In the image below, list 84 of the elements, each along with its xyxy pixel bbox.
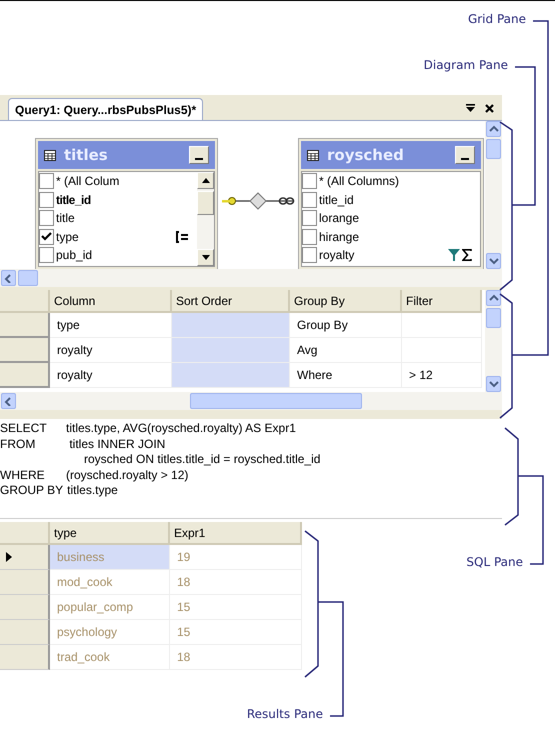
column-checkbox[interactable] (39, 192, 54, 208)
horizontal-scrollbar[interactable] (0, 269, 502, 287)
scroll-down-icon (488, 256, 500, 266)
scroll-thumb[interactable] (486, 139, 501, 159)
vertical-scrollbar[interactable] (485, 290, 502, 392)
column-name: lorange (319, 211, 360, 226)
sum-icon (462, 249, 472, 262)
dropdown-icon[interactable] (466, 104, 475, 112)
scroll-thumb[interactable] (190, 393, 362, 409)
grid-cell[interactable]: type (50, 313, 172, 338)
column-header[interactable]: Column (50, 290, 172, 313)
close-icon[interactable] (485, 104, 494, 112)
group-by-icon (175, 230, 189, 243)
column-name: hirange (319, 230, 360, 244)
callout-label: Diagram Pane (424, 58, 508, 72)
callout-label: Grid Pane (468, 12, 526, 26)
sql-keyword: FROM (0, 436, 36, 452)
minimize-button[interactable] (189, 146, 209, 164)
column-name: pub_id (56, 248, 92, 262)
column-checkbox[interactable] (302, 192, 317, 208)
column-checkbox[interactable] (302, 228, 317, 245)
grid-cell[interactable]: Group By (290, 313, 402, 338)
column-name: royalty (319, 248, 354, 262)
column-name: title (56, 211, 75, 226)
table-card[interactable]: titles * (All Colum title_id title type pub_id (35, 138, 218, 269)
sql-text: (roysched.royalty > 12) (66, 468, 188, 483)
column-checkbox[interactable] (302, 210, 317, 226)
column-checkbox[interactable] (39, 210, 54, 226)
column-name: type (56, 230, 79, 244)
column-name: title_id (56, 192, 91, 207)
scroll-down-icon (202, 255, 210, 260)
vertical-scrollbar[interactable] (485, 121, 502, 269)
horizontal-scrollbar[interactable] (0, 392, 502, 410)
column-header[interactable]: Filter (402, 290, 482, 313)
scroll-up-icon (202, 178, 210, 183)
current-row-icon (6, 552, 12, 562)
table-name: titles (64, 146, 108, 164)
column-checkbox[interactable] (302, 173, 317, 190)
column-checkbox[interactable] (39, 173, 54, 190)
sql-keyword: WHERE (0, 468, 46, 483)
grid-cell[interactable]: > 12 (402, 363, 482, 388)
sql-text: titles.type, AVG(roysched.royalty) AS Expr1 (66, 421, 296, 436)
grid-cell[interactable] (402, 313, 482, 338)
row-header (0, 522, 50, 545)
sql-keyword: GROUP BY (0, 483, 64, 498)
document-tab[interactable]: Query1: Query...rbsPubsPlus5)* (8, 98, 204, 120)
table-icon (44, 150, 56, 160)
column-checkbox[interactable] (39, 228, 54, 245)
grid-cell[interactable]: Where (290, 363, 402, 388)
minimize-button[interactable] (455, 146, 475, 164)
scroll-up-icon (488, 124, 500, 134)
grid-cell[interactable]: royalty (50, 338, 172, 363)
minimize-icon (461, 158, 469, 160)
column-name: * (All Columns) (319, 174, 400, 188)
minimize-icon (195, 158, 203, 160)
column-header[interactable]: Sort Order (172, 290, 290, 313)
scroll-thumb[interactable] (18, 270, 38, 286)
column-header[interactable]: Group By (290, 290, 402, 313)
grid-cell[interactable]: royalty (50, 363, 172, 388)
callout-label: Results Pane (246, 707, 323, 721)
grid-cell[interactable] (172, 363, 290, 388)
sql-text: roysched ON titles.title_id = roysched.title_id (84, 452, 320, 468)
column-checkbox[interactable] (302, 247, 317, 264)
filter-icon (448, 249, 460, 262)
sql-text: titles.type (67, 483, 118, 498)
scroll-down-icon (488, 379, 500, 389)
table-name: roysched (327, 146, 404, 164)
column-name: * (All Colum (56, 174, 120, 188)
column-header[interactable]: type (50, 522, 170, 545)
grid-cell[interactable]: Avg (290, 338, 402, 363)
scroll-up-icon (488, 293, 500, 303)
column-header[interactable]: Expr1 (170, 522, 302, 545)
row-selector[interactable] (0, 545, 50, 570)
table-card[interactable]: roysched * (All Columns) title_id lorange hirange royalty (298, 138, 484, 269)
sql-keyword: SELECT (0, 421, 48, 436)
column-name: title_id (319, 192, 354, 207)
column-checkbox[interactable] (39, 247, 54, 264)
callout-label: SQL Pane (466, 555, 523, 569)
sql-text: titles INNER JOIN (68, 436, 166, 452)
row-header (0, 290, 50, 313)
grid-cell[interactable] (172, 313, 290, 338)
scroll-thumb[interactable] (486, 308, 501, 328)
grid-cell[interactable] (172, 338, 290, 363)
table-icon (307, 150, 319, 160)
